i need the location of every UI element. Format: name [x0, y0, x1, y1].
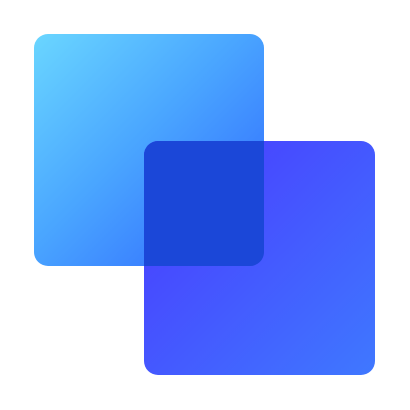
overlapping-squares-icon	[34, 34, 375, 375]
logo-canvas	[0, 0, 410, 410]
